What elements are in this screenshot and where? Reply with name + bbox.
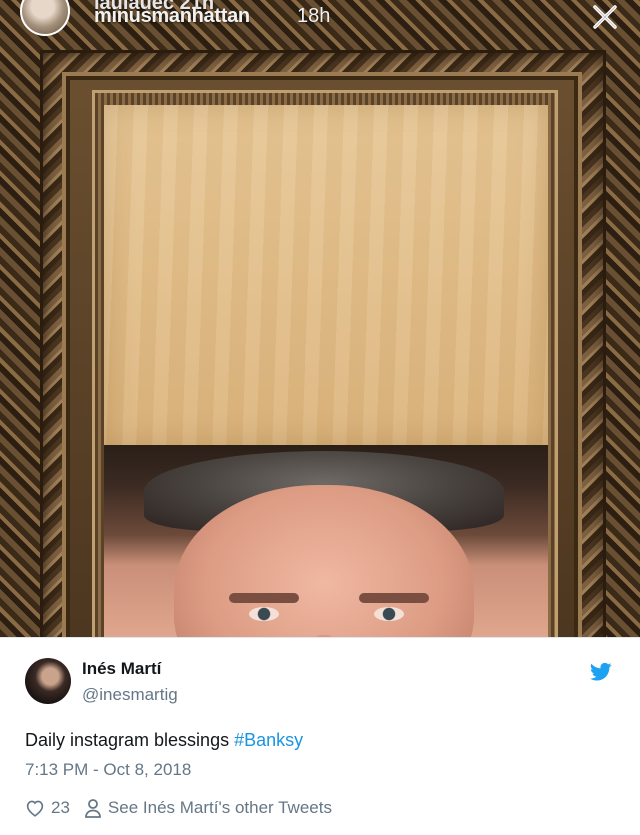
heart-icon[interactable]: [25, 799, 45, 817]
tweet-text: Daily instagram blessings #Banksy: [25, 730, 304, 750]
like-count[interactable]: 23: [51, 798, 70, 818]
tweet-timestamp[interactable]: 7:13 PM - Oct 8, 2018: [25, 760, 191, 780]
tweet-card: Inés Martí @inesmartig Daily instagram b…: [0, 637, 640, 835]
right-eye: [374, 607, 404, 621]
twitter-bird-icon[interactable]: [590, 662, 612, 682]
story-time: 18h: [297, 5, 331, 27]
avatar[interactable]: [25, 658, 71, 704]
see-other-tweets-link[interactable]: See Inés Martí's other Tweets: [108, 798, 332, 818]
story-header: laulauec 21h minusmanhattan 18h: [0, 0, 640, 40]
face-photo: [104, 445, 548, 637]
tweet-author-handle[interactable]: @inesmartig: [82, 685, 178, 705]
right-brow: [359, 593, 429, 603]
story-image: laulauec 21h minusmanhattan 18h: [0, 0, 640, 637]
story-avatar[interactable]: [20, 0, 70, 36]
story-username[interactable]: minusmanhattan: [94, 5, 250, 28]
tweet-actions: 23 See Inés Martí's other Tweets: [25, 798, 332, 818]
tweet-author-name[interactable]: Inés Martí: [82, 659, 161, 679]
hashtag-link[interactable]: #Banksy: [234, 730, 303, 750]
close-icon[interactable]: [590, 2, 620, 32]
left-brow: [229, 593, 299, 603]
left-eye: [249, 607, 279, 621]
person-icon: [85, 799, 101, 818]
blank-wood-panel: [104, 105, 548, 445]
